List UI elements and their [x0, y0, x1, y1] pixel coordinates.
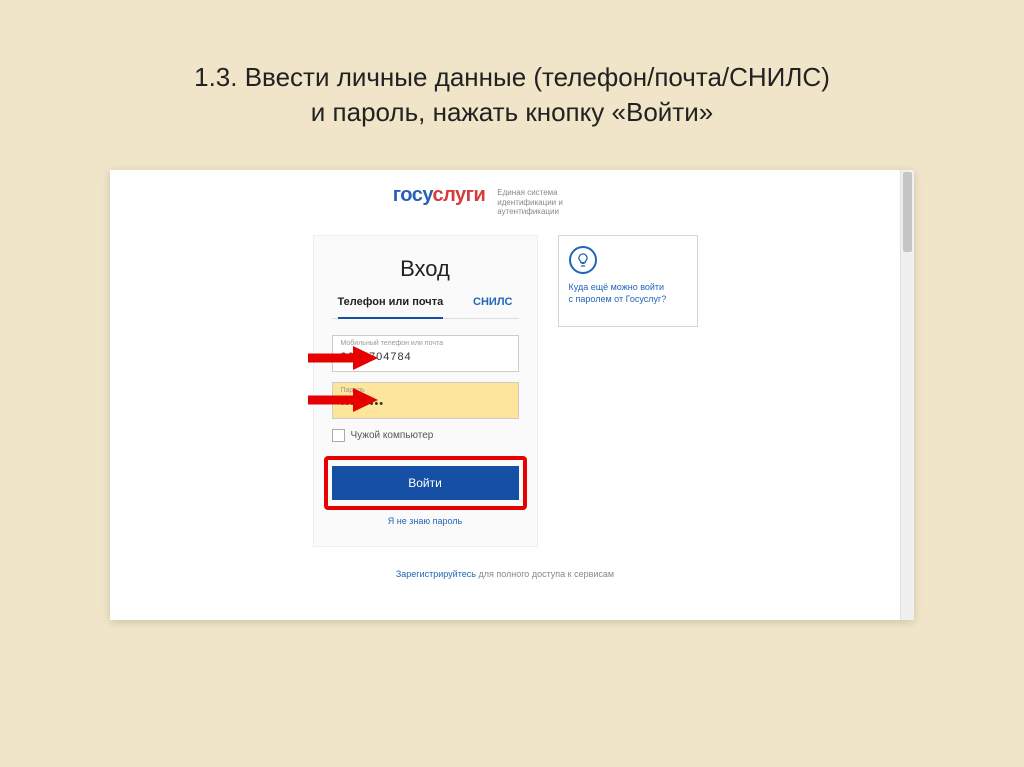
gosuslugi-logo: госуслуги: [393, 184, 486, 207]
tagline: Единая система идентификации и аутентифи…: [497, 184, 617, 217]
forgot-password-link[interactable]: Я не знаю пароль: [332, 516, 519, 526]
info-line2: с паролем от Госуслуг?: [569, 294, 667, 304]
info-box[interactable]: Куда ещё можно войти с паролем от Госусл…: [558, 235, 698, 327]
register-line: Зарегистрируйтесь для полного доступа к …: [110, 569, 900, 579]
register-link[interactable]: Зарегистрируйтесь: [396, 569, 476, 579]
logo-part-1: госу: [393, 184, 433, 206]
foreign-computer-label: Чужой компьютер: [351, 430, 434, 441]
login-button-highlight: Войти: [324, 456, 527, 510]
content-row: Вход Телефон или почта СНИЛС Мобильный т…: [110, 235, 900, 547]
login-heading: Вход: [332, 256, 519, 282]
tab-snils[interactable]: СНИЛС: [473, 296, 512, 312]
foreign-computer-row: Чужой компьютер: [332, 429, 519, 442]
login-tabs: Телефон или почта СНИЛС: [332, 296, 519, 319]
tagline-line1: Единая система: [497, 188, 557, 197]
annotation-arrow-password: [308, 388, 378, 412]
tagline-line2: идентификации и аутентификации: [497, 198, 563, 217]
annotation-arrow-login: [308, 346, 378, 370]
lightbulb-icon: [569, 246, 597, 274]
browser-window: госуслуги Единая система идентификации и…: [110, 170, 914, 620]
slide-title-line1: 1.3. Ввести личные данные (телефон/почта…: [194, 62, 830, 92]
foreign-computer-checkbox[interactable]: [332, 429, 345, 442]
slide-title: 1.3. Ввести личные данные (телефон/почта…: [0, 0, 1024, 160]
login-button[interactable]: Войти: [332, 466, 519, 500]
info-line1: Куда ещё можно войти: [569, 282, 665, 292]
scrollbar[interactable]: [900, 170, 914, 620]
tab-phone-email[interactable]: Телефон или почта: [338, 296, 444, 319]
slide-title-line2: и пароль, нажать кнопку «Войти»: [311, 97, 713, 127]
page-content: госуслуги Единая система идентификации и…: [110, 170, 900, 620]
site-header: госуслуги Единая система идентификации и…: [110, 170, 900, 225]
info-text: Куда ещё можно войти с паролем от Госусл…: [569, 282, 667, 305]
register-rest: для полного доступа к сервисам: [476, 569, 614, 579]
logo-part-2: слуги: [432, 184, 485, 206]
